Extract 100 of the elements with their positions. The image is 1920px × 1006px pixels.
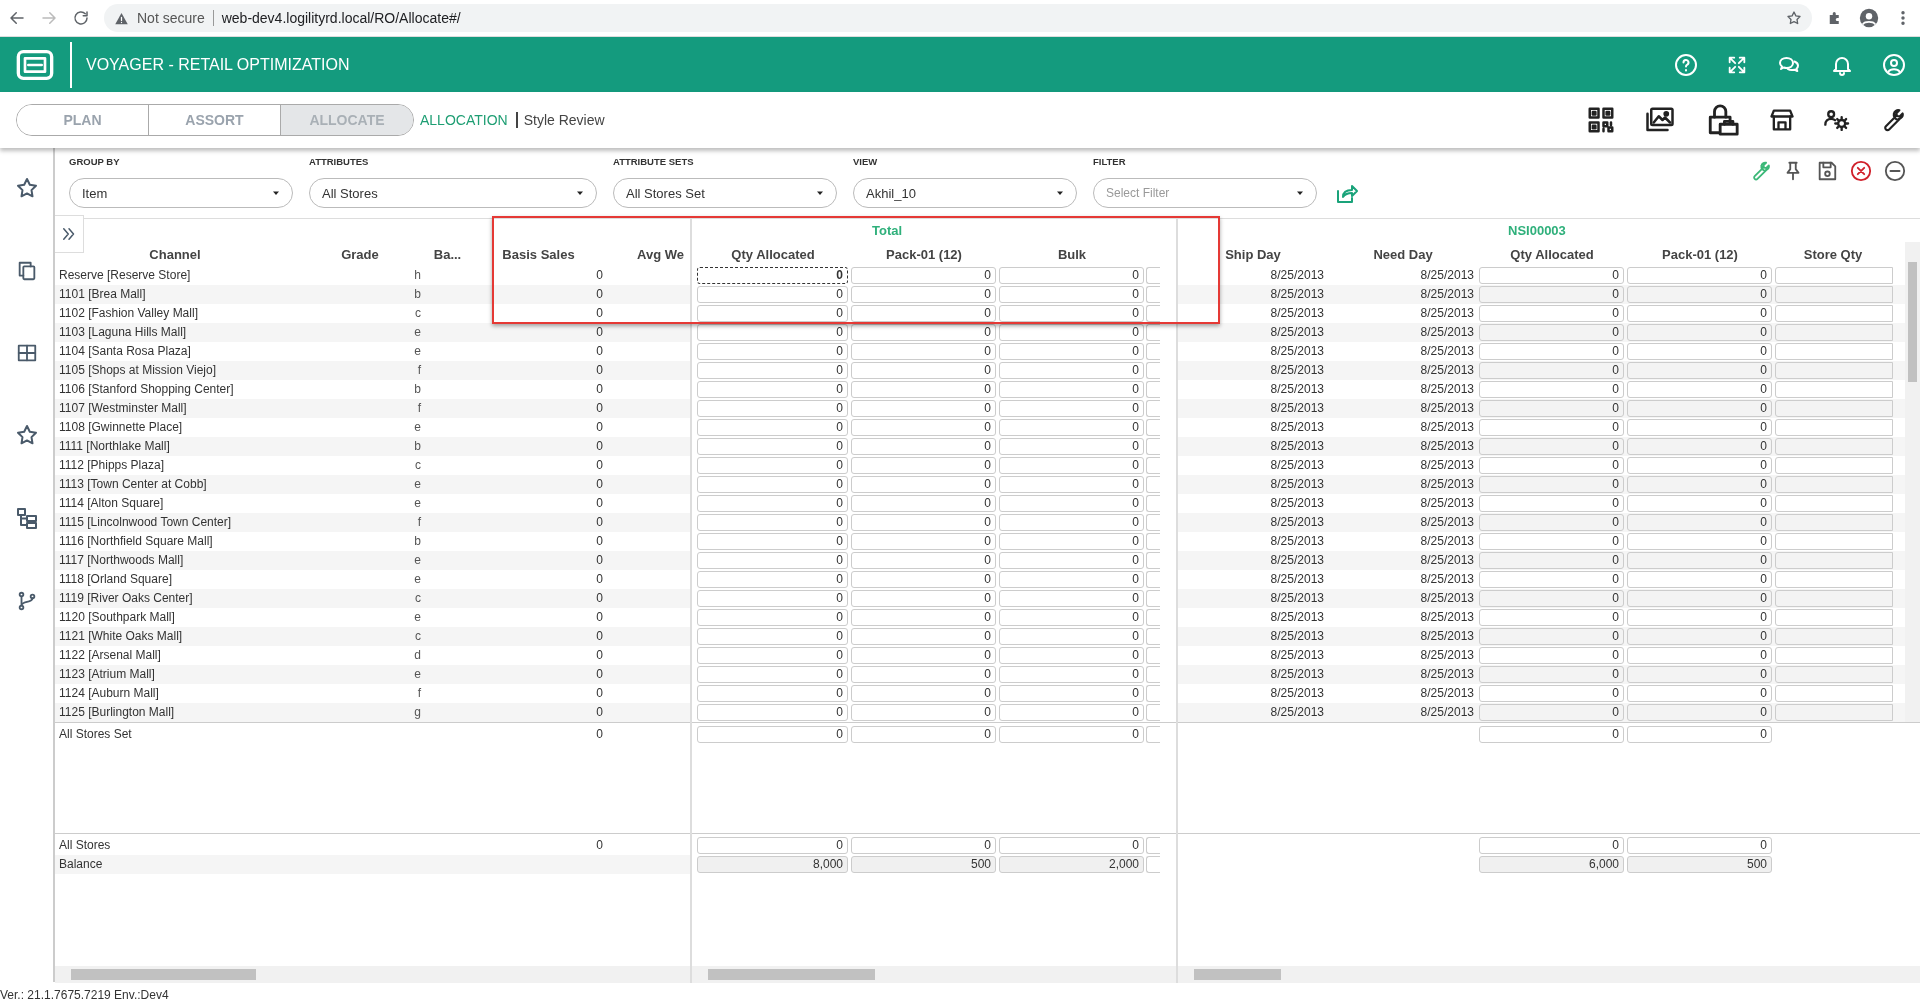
quantity-field[interactable]: 0: [697, 837, 848, 854]
quantity-field[interactable]: 0: [999, 286, 1144, 303]
quantity-field[interactable]: 0: [697, 647, 848, 664]
quantity-field[interactable]: 0: [999, 438, 1144, 455]
quantity-field[interactable]: 0: [851, 514, 996, 531]
quantity-field[interactable]: 0: [1479, 324, 1624, 341]
quantity-field[interactable]: 0: [999, 324, 1144, 341]
quantity-field[interactable]: 0: [851, 837, 996, 854]
quantity-field[interactable]: 0: [1627, 666, 1772, 683]
filter-dropdown[interactable]: Item: [69, 178, 293, 208]
quantity-field[interactable]: 0: [999, 381, 1144, 398]
quantity-field[interactable]: 0: [697, 362, 848, 379]
quantity-field[interactable]: 0: [1479, 726, 1624, 743]
quantity-field[interactable]: 0: [851, 609, 996, 626]
quantity-field[interactable]: 6,000: [1479, 856, 1624, 873]
quantity-field[interactable]: 0: [1479, 590, 1624, 607]
column-header[interactable]: Need Day: [1373, 247, 1433, 262]
quantity-field[interactable]: 0: [851, 685, 996, 702]
quantity-field[interactable]: 0: [697, 343, 848, 360]
quantity-field[interactable]: 0: [851, 362, 996, 379]
quantity-field[interactable]: 0: [1627, 267, 1772, 284]
quantity-field[interactable]: 0: [999, 647, 1144, 664]
quantity-field[interactable]: 0: [999, 514, 1144, 531]
quantity-field[interactable]: 0: [851, 590, 996, 607]
quantity-field[interactable]: 0: [697, 286, 848, 303]
quantity-field[interactable]: 0: [1479, 837, 1624, 854]
quantity-field[interactable]: 0: [1479, 685, 1624, 702]
quantity-field[interactable]: 0: [999, 495, 1144, 512]
quantity-field[interactable]: 0: [697, 381, 848, 398]
quantity-field[interactable]: 0: [999, 704, 1144, 721]
quantity-field[interactable]: 0: [1627, 647, 1772, 664]
quantity-field[interactable]: 0: [1627, 704, 1772, 721]
column-header[interactable]: Pack-01 (12): [1662, 247, 1738, 262]
quantity-field[interactable]: 0: [851, 552, 996, 569]
quantity-field[interactable]: 0: [697, 590, 848, 607]
column-header[interactable]: Qty Allocated: [731, 247, 815, 262]
quantity-field[interactable]: 0: [1627, 495, 1772, 512]
column-header[interactable]: Ba...: [433, 247, 462, 262]
quantity-field[interactable]: 0: [999, 362, 1144, 379]
quantity-field[interactable]: 0: [851, 666, 996, 683]
quantity-field[interactable]: 0: [697, 419, 848, 436]
quantity-field[interactable]: 0: [999, 837, 1144, 854]
quantity-field[interactable]: 0: [697, 400, 848, 417]
quantity-field[interactable]: 0: [851, 704, 996, 721]
quantity-field[interactable]: 2,000: [999, 856, 1144, 873]
quantity-field[interactable]: 0: [1627, 514, 1772, 531]
quantity-field[interactable]: 0: [999, 305, 1144, 322]
quantity-field[interactable]: 0: [1479, 267, 1624, 284]
quantity-field[interactable]: 0: [697, 495, 848, 512]
filter-dropdown[interactable]: All Stores: [309, 178, 597, 208]
quantity-field[interactable]: 500: [1627, 856, 1772, 873]
quantity-field[interactable]: 0: [851, 305, 996, 322]
quantity-field[interactable]: 0: [1479, 457, 1624, 474]
column-header[interactable]: Ship Day: [1225, 247, 1281, 262]
quantity-field[interactable]: 0: [999, 267, 1144, 284]
quantity-field[interactable]: 0: [1627, 571, 1772, 588]
quantity-field[interactable]: 0: [851, 495, 996, 512]
quantity-field[interactable]: 0: [697, 438, 848, 455]
quantity-field[interactable]: 0: [999, 609, 1144, 626]
quantity-field[interactable]: 0: [697, 533, 848, 550]
column-header[interactable]: Avg We: [637, 247, 684, 262]
quantity-field[interactable]: 0: [1479, 495, 1624, 512]
quantity-field[interactable]: 0: [1479, 305, 1624, 322]
quantity-field[interactable]: 0: [999, 457, 1144, 474]
quantity-field[interactable]: 0: [1479, 514, 1624, 531]
column-header[interactable]: Qty Allocated: [1510, 247, 1594, 262]
quantity-field[interactable]: 0: [697, 628, 848, 645]
quantity-field[interactable]: 0: [1627, 362, 1772, 379]
quantity-field[interactable]: 0: [1479, 533, 1624, 550]
quantity-field[interactable]: 0: [999, 628, 1144, 645]
quantity-field[interactable]: 0: [1479, 400, 1624, 417]
quantity-field[interactable]: 0: [1627, 533, 1772, 550]
quantity-field[interactable]: 0: [1479, 666, 1624, 683]
quantity-field[interactable]: 0: [1627, 343, 1772, 360]
quantity-field[interactable]: 0: [697, 267, 848, 284]
quantity-field[interactable]: 0: [697, 324, 848, 341]
column-header[interactable]: Channel: [149, 247, 201, 262]
quantity-field[interactable]: 0: [999, 533, 1144, 550]
quantity-field[interactable]: 0: [999, 419, 1144, 436]
quantity-field[interactable]: 0: [999, 400, 1144, 417]
quantity-field[interactable]: 0: [851, 533, 996, 550]
quantity-field[interactable]: 0: [697, 609, 848, 626]
quantity-field[interactable]: 0: [1627, 590, 1772, 607]
quantity-field[interactable]: 0: [851, 267, 996, 284]
quantity-field[interactable]: 0: [1627, 438, 1772, 455]
quantity-field[interactable]: 0: [851, 381, 996, 398]
column-header[interactable]: Store Qty: [1803, 247, 1863, 262]
quantity-field[interactable]: 0: [1479, 609, 1624, 626]
quantity-field[interactable]: 0: [697, 305, 848, 322]
quantity-field[interactable]: 0: [1627, 726, 1772, 743]
quantity-field[interactable]: 0: [999, 590, 1144, 607]
quantity-field[interactable]: 0: [1479, 343, 1624, 360]
quantity-field[interactable]: 0: [1479, 362, 1624, 379]
quantity-field[interactable]: 0: [1627, 685, 1772, 702]
quantity-field[interactable]: 0: [1627, 305, 1772, 322]
quantity-field[interactable]: 0: [851, 438, 996, 455]
quantity-field[interactable]: 0: [1479, 552, 1624, 569]
quantity-field[interactable]: 0: [697, 457, 848, 474]
quantity-field[interactable]: 0: [697, 666, 848, 683]
quantity-field[interactable]: 0: [1627, 837, 1772, 854]
